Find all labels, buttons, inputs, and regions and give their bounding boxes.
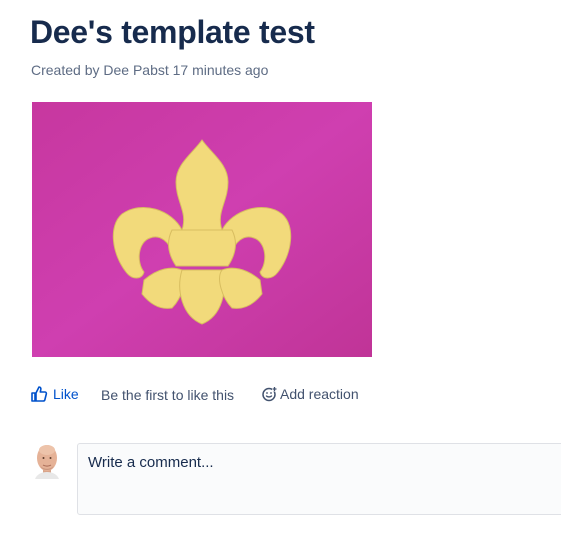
fleur-de-lis-image — [32, 102, 372, 357]
like-button[interactable]: Like — [30, 385, 79, 403]
avatar — [34, 443, 60, 479]
page-actions: Like Be the first to like this Add react… — [30, 385, 390, 407]
page-byline: Created by Dee Pabst 17 minutes ago — [31, 62, 269, 78]
add-reaction-button[interactable]: Add reaction — [261, 386, 359, 402]
like-label: Like — [53, 386, 79, 402]
add-reaction-label: Add reaction — [280, 386, 359, 402]
like-status: Be the first to like this — [101, 387, 235, 403]
thumbs-up-icon — [30, 385, 48, 403]
smiley-add-icon — [261, 386, 277, 402]
page-title: Dee's template test — [30, 14, 315, 50]
comment-input[interactable]: Write a comment... — [77, 443, 561, 515]
page-image[interactable] — [32, 102, 372, 357]
page: Dee's template test Created by Dee Pabst… — [0, 0, 561, 539]
